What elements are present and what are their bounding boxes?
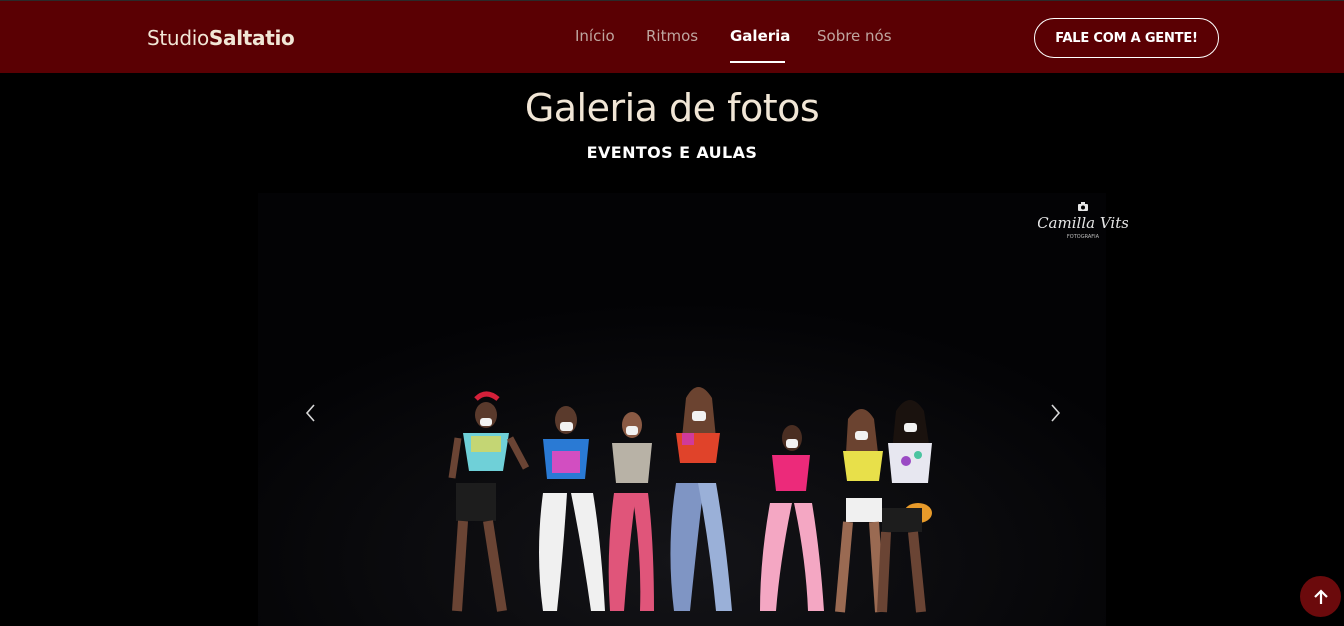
brand-logo[interactable]: StudioSaltatio [147, 26, 295, 50]
nav-link-inicio[interactable]: Início [575, 27, 615, 45]
carousel-prev-button[interactable] [299, 400, 323, 426]
back-to-top-button[interactable] [1300, 576, 1341, 617]
arrow-up-icon [1313, 588, 1328, 604]
gallery-carousel-image[interactable] [258, 193, 1106, 626]
chevron-right-icon [1051, 404, 1061, 422]
top-navbar: StudioSaltatio Início Ritmos Galeria Sob… [0, 0, 1344, 73]
dancers-photo [258, 193, 1106, 626]
watermark-subtext: FOTOGRAFIA [1067, 234, 1100, 240]
nav-link-sobre-nos[interactable]: Sobre nós [817, 27, 892, 45]
nav-link-ritmos[interactable]: Ritmos [646, 27, 698, 45]
photographer-watermark: Camilla Vits FOTOGRAFIA [1038, 202, 1128, 240]
contact-cta-button[interactable]: FALE COM A GENTE! [1034, 18, 1219, 58]
carousel-next-button[interactable] [1043, 400, 1067, 426]
watermark-name: Camilla Vits [1038, 214, 1128, 232]
brand-light-text: Studio [147, 26, 209, 50]
chevron-left-icon [305, 404, 315, 422]
brand-bold-text: Saltatio [208, 26, 295, 50]
nav-link-galeria[interactable]: Galeria [730, 27, 790, 45]
gallery-subtitle: EVENTOS E AULAS [586, 143, 758, 162]
active-nav-underline [730, 61, 785, 63]
gallery-title: Galeria de fotos [524, 86, 820, 130]
camera-icon [1078, 202, 1088, 211]
